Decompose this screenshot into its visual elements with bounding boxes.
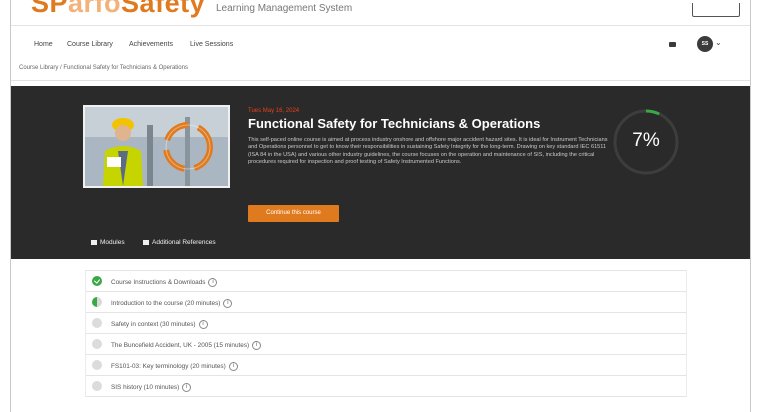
tab-additional-references[interactable]: Additional References <box>143 239 216 246</box>
module-row[interactable]: Introduction to the course (20 minutes) i <box>86 292 686 313</box>
envelope-icon[interactable] <box>669 42 676 47</box>
module-title: SIS history (10 minutes) <box>111 384 180 392</box>
brand-logo[interactable]: SParfoSafety <box>31 0 205 19</box>
progress-percent: 7% <box>632 130 660 151</box>
info-icon[interactable]: i <box>208 278 218 287</box>
status-icon <box>92 318 102 328</box>
brand-bar: SParfoSafety Learning Management System <box>11 0 750 26</box>
status-icon <box>92 276 102 286</box>
list-icon <box>91 239 97 245</box>
module-title: FS101-03: Key terminology (20 minutes) <box>111 363 226 371</box>
nav-live-sessions[interactable]: Live Sessions <box>190 41 233 48</box>
nav-home[interactable]: Home <box>34 41 53 48</box>
continue-course-button[interactable]: Continue this course <box>248 205 339 222</box>
module-title: Course Instructions & Downloads <box>111 279 206 287</box>
course-dates: Tues May 16, 2024 <box>248 108 300 114</box>
status-icon <box>92 339 102 349</box>
divider <box>11 80 750 81</box>
status-icon <box>92 381 102 391</box>
module-row[interactable]: The Buncefield Accident, UK - 2005 (15 m… <box>86 334 686 355</box>
course-hero: Tues May 16, 2024 Functional Safety for … <box>11 86 750 259</box>
technician-photo <box>85 107 228 186</box>
info-icon[interactable]: i <box>198 320 208 329</box>
tab-modules[interactable]: Modules <box>91 239 125 246</box>
module-row[interactable]: Safety in context (30 minutes) i <box>86 313 686 334</box>
course-description: This self-paced online course is aimed a… <box>248 137 608 166</box>
document-icon <box>143 239 149 245</box>
module-row[interactable]: FS101-03: Key terminology (20 minutes) i <box>86 355 686 376</box>
module-title: Introduction to the course (20 minutes) <box>111 300 221 308</box>
module-title: The Buncefield Accident, UK - 2005 (15 m… <box>111 342 250 350</box>
course-image <box>83 105 230 188</box>
course-title: Functional Safety for Technicians & Oper… <box>248 116 541 131</box>
avatar[interactable]: SS <box>697 36 713 52</box>
info-icon[interactable]: i <box>252 341 262 350</box>
breadcrumb[interactable]: Course Library / Functional Safety for T… <box>19 65 188 71</box>
nav-achievements[interactable]: Achievements <box>129 41 173 48</box>
status-icon <box>92 360 102 370</box>
top-right-button[interactable] <box>692 3 740 17</box>
module-row[interactable]: SIS history (10 minutes) i <box>86 376 686 397</box>
brand-tagline: Learning Management System <box>216 3 353 14</box>
module-list: Course Instructions & Downloads i Introdu… <box>85 270 687 397</box>
lms-window: SParfoSafety Learning Management System … <box>10 0 751 412</box>
main-nav: Home Course Library Achievements Live Se… <box>11 26 750 60</box>
nav-course-library[interactable]: Course Library <box>67 41 113 48</box>
module-title: Safety in context (30 minutes) <box>111 321 196 329</box>
info-icon[interactable]: i <box>182 383 192 392</box>
module-row[interactable]: Course Instructions & Downloads i <box>86 271 686 292</box>
info-icon[interactable]: i <box>228 362 238 371</box>
status-icon <box>92 297 102 307</box>
chevron-down-icon[interactable]: ⌄ <box>715 38 722 47</box>
info-icon[interactable]: i <box>223 299 233 308</box>
